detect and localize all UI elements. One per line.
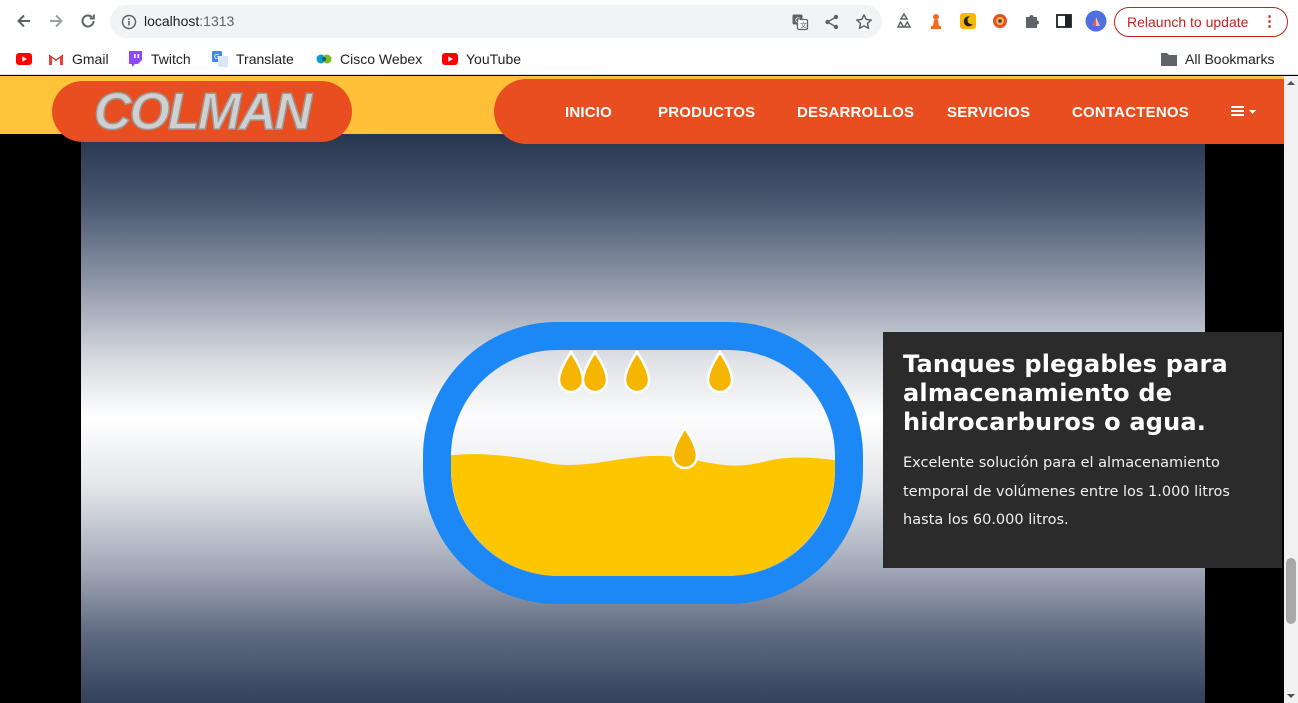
bookmark-youtube[interactable]: YouTube xyxy=(442,48,521,70)
main-nav: INICIO PRODUCTOS DESARROLLOS SERVICIOS C… xyxy=(494,79,1284,144)
bookmark-youtube-unnamed[interactable] xyxy=(16,48,40,70)
all-bookmarks-folder[interactable]: All Bookmarks xyxy=(1161,48,1274,70)
page-scrollbar[interactable] xyxy=(1284,76,1298,703)
translate-page-icon[interactable]: G文 xyxy=(789,11,811,33)
gmail-icon xyxy=(48,51,64,67)
bookmark-star-icon[interactable] xyxy=(853,11,875,33)
back-icon[interactable] xyxy=(12,9,36,33)
nav-menu-toggle[interactable] xyxy=(1230,103,1260,121)
nav-productos[interactable]: PRODUCTOS xyxy=(658,104,755,121)
scroll-up-icon[interactable] xyxy=(1287,79,1295,87)
site-logo[interactable]: COLMAN xyxy=(52,81,352,142)
recycle-extension-icon[interactable] xyxy=(893,10,915,32)
nav-contactenos[interactable]: CONTACTENOS xyxy=(1072,104,1189,121)
scroll-thumb[interactable] xyxy=(1286,558,1296,624)
relaunch-to-update-button[interactable]: Relaunch to update ⋮ xyxy=(1114,7,1288,37)
hero-text: Excelente solución para el almacenamient… xyxy=(903,455,1230,528)
relaunch-label: Relaunch to update xyxy=(1127,14,1249,30)
chrome-menu-icon[interactable]: ⋮ xyxy=(1262,13,1277,31)
browser-toolbar: localhost:1313 G文 Relaunch to update ⋮ xyxy=(0,0,1298,42)
svg-text:G: G xyxy=(214,53,219,61)
scroll-down-icon[interactable] xyxy=(1287,692,1295,700)
web-page: COLMAN INICIO PRODUCTOS DESARROLLOS SERV… xyxy=(0,76,1284,703)
nav-desarrollos[interactable]: DESARROLLOS xyxy=(797,104,914,121)
svg-text:文: 文 xyxy=(800,21,807,30)
extensions-puzzle-icon[interactable] xyxy=(1021,10,1043,32)
menu-list-icon xyxy=(1231,106,1256,116)
bookmark-twitch[interactable]: Twitch xyxy=(127,48,191,70)
profile-avatar-icon[interactable] xyxy=(1085,10,1107,32)
youtube-icon xyxy=(442,51,458,67)
site-info-icon[interactable] xyxy=(120,13,138,31)
bookmark-gmail[interactable]: Gmail xyxy=(48,48,109,70)
url-text: localhost:1313 xyxy=(144,13,235,29)
swirl-extension-icon[interactable] xyxy=(989,10,1011,32)
nav-servicios[interactable]: SERVICIOS xyxy=(947,104,1030,121)
webex-icon xyxy=(316,51,332,67)
twitch-icon xyxy=(127,51,143,67)
forward-icon[interactable] xyxy=(44,9,68,33)
moon-extension-icon[interactable] xyxy=(957,10,979,32)
chess-extension-icon[interactable] xyxy=(925,10,947,32)
bookmark-translate[interactable]: G Translate xyxy=(212,48,294,70)
google-translate-icon: G xyxy=(212,51,228,67)
bookmark-cisco-webex[interactable]: Cisco Webex xyxy=(316,48,422,70)
side-panel-icon[interactable] xyxy=(1053,10,1075,32)
nav-inicio[interactable]: INICIO xyxy=(565,104,612,121)
svg-text:COLMAN: COLMAN xyxy=(94,87,314,137)
reload-icon[interactable] xyxy=(76,9,100,33)
tank-illustration xyxy=(423,322,863,604)
hero-title: Tanques plegables para almacenamiento de… xyxy=(903,350,1228,436)
bookmarks-bar: Gmail Twitch G Translate Cisco Webex You… xyxy=(0,42,1298,75)
address-bar[interactable]: localhost:1313 G文 xyxy=(110,5,882,38)
share-icon[interactable] xyxy=(821,11,843,33)
colman-logo-icon: COLMAN xyxy=(93,87,316,137)
youtube-icon xyxy=(16,51,32,67)
hero-caption: Tanques plegables para almacenamiento de… xyxy=(883,332,1282,568)
folder-icon xyxy=(1161,51,1177,67)
